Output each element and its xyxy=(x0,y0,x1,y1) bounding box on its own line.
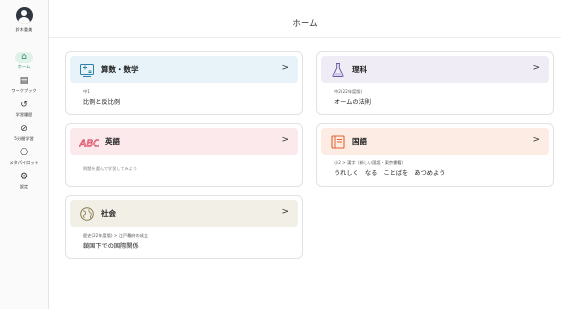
nav-item-settings[interactable]: ⚙ 設定 xyxy=(7,171,41,192)
card-header-japanese[interactable]: 国語 > xyxy=(321,128,549,155)
user-avatar-icon xyxy=(15,7,33,24)
check-icon: ⊘ xyxy=(20,124,28,134)
card-header-math[interactable]: 算数・数学 > xyxy=(70,56,298,83)
nav-label-five-minute: 5分間学習 xyxy=(14,136,34,141)
chevron-right-icon: > xyxy=(281,63,289,73)
subject-name-japanese: 国語 xyxy=(352,137,367,146)
japanese-grade: 小2 > 漢字（新しい国語・東京書籍） xyxy=(334,160,406,165)
nav-item-home[interactable]: ⌂ ホーム xyxy=(7,51,41,72)
subject-card-social[interactable]: 社会 > 歴史(22年度版) > 江戸幕府の成立 鎖国下での国際関係 xyxy=(65,195,303,259)
sidebar: 鈴木重美 ⌂ ホーム ▤ ワークブック ↺ 学習履歴 ⊘ 5分間学習 ⎔ メタパ… xyxy=(0,0,49,309)
workbook-icon: ▤ xyxy=(19,76,29,86)
main-content: ホーム 算数・数学 > 中1 比例と反比例 理科 > 中2(22年度版) オーム… xyxy=(49,0,561,309)
svg-text:ABC: ABC xyxy=(79,138,99,149)
globe-icon xyxy=(79,206,95,222)
subject-name-math: 算数・数学 xyxy=(101,65,139,74)
subject-name-social: 社会 xyxy=(101,209,116,218)
flask-icon xyxy=(330,62,346,78)
chevron-right-icon: > xyxy=(532,63,540,73)
subject-card-science[interactable]: 理科 > 中2(22年度版) オームの法則 xyxy=(316,51,554,115)
japanese-unit: うれしく なる ことばを あつめよう xyxy=(334,170,446,177)
gear-icon: ⚙ xyxy=(19,172,29,182)
user-profile[interactable]: 鈴木重美 xyxy=(15,7,33,33)
chevron-right-icon: > xyxy=(281,135,289,145)
science-unit: オームの法則 xyxy=(334,99,371,106)
math-board-icon xyxy=(79,62,95,78)
nav-label-meta-pilot: メタパイロット xyxy=(9,160,39,165)
math-unit: 比例と反比例 xyxy=(83,99,121,106)
social-unit: 鎖国下での国際関係 xyxy=(83,243,139,250)
subject-card-math[interactable]: 算数・数学 > 中1 比例と反比例 xyxy=(65,51,303,115)
subject-card-english[interactable]: ABC 英語 > 問題を選んで学習してみよう xyxy=(65,123,303,187)
page-title: ホーム xyxy=(292,19,318,29)
nav-item-workbook[interactable]: ▤ ワークブック xyxy=(7,75,41,96)
nav-item-five-minute[interactable]: ⊘ 5分間学習 xyxy=(7,123,41,144)
social-grade: 歴史(22年度版) > 江戸幕府の成立 xyxy=(83,233,149,238)
chevron-right-icon: > xyxy=(281,207,289,217)
english-prompt: 問題を選んで学習してみよう xyxy=(83,166,138,171)
home-icon: ⌂ xyxy=(15,52,33,63)
subject-name-english: 英語 xyxy=(105,137,120,146)
math-grade: 中1 xyxy=(83,89,90,94)
nav-label-history: 学習履歴 xyxy=(15,112,33,117)
book-icon xyxy=(330,134,346,150)
nav-label-home: ホーム xyxy=(17,64,31,69)
chevron-right-icon: > xyxy=(532,135,540,145)
nav-label-workbook: ワークブック xyxy=(11,88,37,93)
card-header-science[interactable]: 理科 > xyxy=(321,56,549,83)
subject-card-japanese[interactable]: 国語 > 小2 > 漢字（新しい国語・東京書籍） うれしく なる ことばを あつ… xyxy=(316,123,554,187)
subject-name-science: 理科 xyxy=(352,65,367,74)
history-icon: ↺ xyxy=(20,100,28,110)
card-header-english[interactable]: ABC 英語 > xyxy=(70,128,298,155)
card-header-social[interactable]: 社会 > xyxy=(70,200,298,227)
science-grade: 中2(22年度版) xyxy=(334,89,363,94)
meta-pilot-icon: ⎔ xyxy=(20,148,28,158)
nav-item-meta-pilot[interactable]: ⎔ メタパイロット xyxy=(7,147,41,168)
user-name: 鈴木重美 xyxy=(15,27,33,32)
header-divider xyxy=(49,37,561,38)
nav-item-history[interactable]: ↺ 学習履歴 xyxy=(7,99,41,120)
nav-label-settings: 設定 xyxy=(19,184,29,189)
abc-icon: ABC xyxy=(79,134,99,150)
